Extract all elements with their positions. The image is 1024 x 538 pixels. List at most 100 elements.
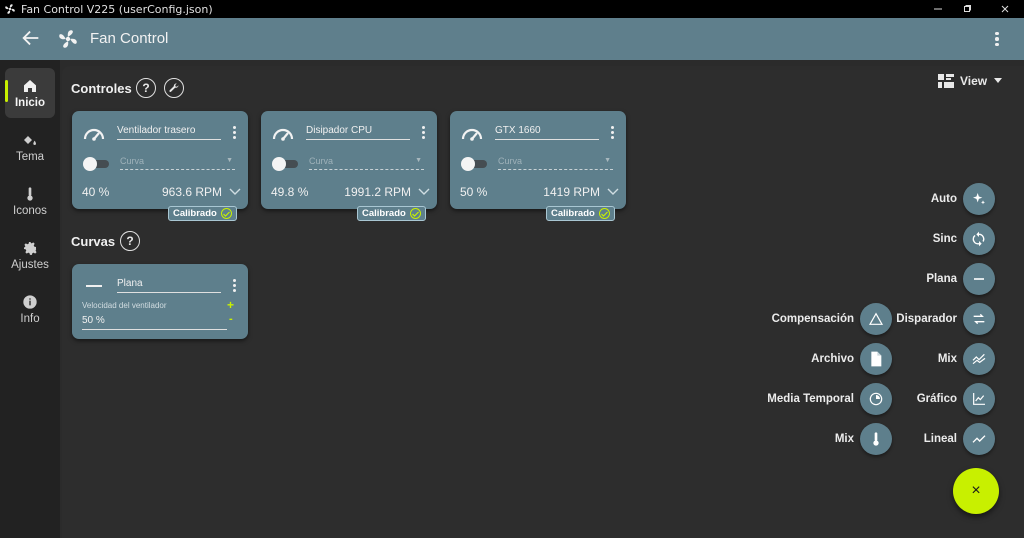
mix-button[interactable] bbox=[963, 343, 995, 375]
trigger-button[interactable] bbox=[963, 303, 995, 335]
speedometer-icon bbox=[461, 128, 483, 141]
check-circle-icon bbox=[220, 208, 232, 219]
help-button[interactable]: ? bbox=[136, 78, 156, 98]
fan-control-card[interactable]: Disipador CPU Curva ▼ 49.8 % 1991.2 RPM bbox=[261, 111, 437, 209]
back-arrow-icon[interactable] bbox=[20, 27, 42, 49]
trend-icon bbox=[972, 435, 986, 443]
file-icon bbox=[871, 351, 882, 367]
more-vert-icon[interactable] bbox=[230, 126, 238, 142]
fan-name-field[interactable]: Ventilador trasero bbox=[117, 125, 221, 140]
maximize-icon[interactable] bbox=[950, 0, 984, 18]
close-icon[interactable] bbox=[988, 0, 1022, 18]
help-button[interactable]: ? bbox=[120, 231, 140, 251]
sparkle-icon bbox=[973, 193, 985, 205]
fan-name-field[interactable]: Disipador CPU bbox=[306, 125, 410, 140]
speed-input[interactable]: 50 % bbox=[82, 315, 227, 330]
view-dropdown[interactable]: View bbox=[938, 74, 1003, 88]
time-average-button[interactable] bbox=[860, 383, 892, 415]
dial-label-archivo: Archivo bbox=[811, 353, 854, 365]
chevron-down-icon[interactable] bbox=[229, 186, 241, 196]
home-icon bbox=[24, 79, 36, 92]
swap-arrows-icon bbox=[973, 313, 985, 325]
more-vert-icon[interactable] bbox=[608, 126, 616, 142]
sync-button[interactable] bbox=[963, 223, 995, 255]
app-title: Fan Control bbox=[90, 30, 169, 47]
fan-rpm: 963.6 RPM bbox=[161, 185, 222, 199]
dial-label-lineal: Lineal bbox=[923, 433, 957, 445]
close-speed-dial-button[interactable]: × bbox=[953, 468, 999, 514]
info-icon bbox=[23, 294, 37, 309]
nav-label: Tema bbox=[15, 150, 45, 163]
dial-label-auto: Auto bbox=[930, 193, 957, 205]
nav-item-inicio[interactable]: Inicio bbox=[5, 68, 55, 118]
fan-name-field[interactable]: GTX 1660 bbox=[495, 125, 599, 140]
curve-name-field[interactable]: Plana bbox=[117, 278, 221, 293]
thermometer-icon bbox=[27, 186, 33, 201]
nav-item-iconos[interactable]: Iconos bbox=[5, 176, 55, 226]
view-label: View bbox=[960, 74, 988, 88]
mix-sensor-button[interactable] bbox=[860, 423, 892, 455]
fan-rpm: 1419 RPM bbox=[543, 185, 600, 199]
enable-toggle[interactable] bbox=[272, 157, 298, 171]
nav-label: Info bbox=[20, 312, 40, 325]
check-circle-icon bbox=[598, 208, 610, 219]
active-nav-indicator bbox=[5, 80, 8, 102]
flat-curve-icon bbox=[86, 285, 102, 287]
view-grid-icon bbox=[938, 74, 954, 88]
fan-control-card[interactable]: GTX 1660 Curva ▼ 50 % 1419 RPM bbox=[450, 111, 626, 209]
enable-toggle[interactable] bbox=[461, 157, 487, 171]
mix-chart-icon bbox=[972, 353, 986, 365]
controls-section-title: Controles bbox=[71, 81, 132, 96]
window-title: Fan Control V225 (userConfig.json) bbox=[21, 2, 213, 16]
speed-label: Velocidad del ventilador bbox=[82, 301, 167, 310]
increment-button[interactable]: + bbox=[227, 298, 234, 312]
fan-percent: 40 % bbox=[82, 185, 110, 199]
curve-select[interactable]: Curva ▼ bbox=[498, 156, 613, 170]
decrement-button[interactable]: - bbox=[229, 313, 233, 325]
more-vert-icon[interactable] bbox=[230, 279, 238, 295]
auto-button[interactable] bbox=[963, 183, 995, 215]
nav-item-tema[interactable]: Tema bbox=[5, 122, 55, 172]
nav-label: Inicio bbox=[14, 96, 46, 109]
dial-label-disparador: Disparador bbox=[896, 313, 957, 325]
fan-percent: 49.8 % bbox=[271, 185, 309, 199]
curve-card[interactable]: Plana Velocidad del ventilador + - 50 % bbox=[72, 264, 248, 339]
clock-average-icon bbox=[869, 392, 883, 406]
thermometer-icon bbox=[873, 432, 879, 446]
nav-label: Iconos bbox=[13, 204, 47, 217]
wrench-button[interactable] bbox=[164, 78, 184, 98]
fan-icon bbox=[57, 28, 79, 50]
fan-rpm: 1991.2 RPM bbox=[344, 185, 411, 199]
nav-item-ajustes[interactable]: Ajustes bbox=[5, 230, 55, 280]
chevron-down-icon[interactable] bbox=[418, 186, 430, 196]
nav-item-info[interactable]: Info bbox=[5, 284, 55, 334]
nav-label: Ajustes bbox=[11, 258, 49, 271]
file-button[interactable] bbox=[860, 343, 892, 375]
enable-toggle[interactable] bbox=[83, 157, 109, 171]
chevron-down-icon bbox=[994, 78, 1003, 83]
sync-icon bbox=[972, 231, 985, 247]
curves-section-title: Curvas bbox=[71, 234, 116, 249]
dial-label-plana: Plana bbox=[926, 273, 957, 285]
flat-button[interactable] bbox=[963, 263, 995, 295]
speedometer-icon bbox=[83, 128, 105, 141]
curve-select[interactable]: Curva ▼ bbox=[309, 156, 424, 170]
calibrated-badge: Calibrado bbox=[357, 206, 426, 221]
dial-label-mix: Mix bbox=[937, 353, 957, 365]
more-vert-icon[interactable] bbox=[419, 126, 427, 142]
triangle-icon bbox=[868, 312, 884, 325]
dial-label-media-temporal: Media Temporal bbox=[767, 393, 854, 405]
offset-button[interactable] bbox=[860, 303, 892, 335]
curve-select[interactable]: Curva ▼ bbox=[120, 156, 235, 170]
wrench-icon bbox=[169, 83, 179, 92]
more-vert-icon[interactable] bbox=[987, 28, 1007, 50]
window-titlebar: Fan Control V225 (userConfig.json) bbox=[0, 0, 1024, 18]
calibrated-badge: Calibrado bbox=[546, 206, 615, 221]
speedometer-icon bbox=[272, 128, 294, 141]
graph-button[interactable] bbox=[963, 383, 995, 415]
linear-button[interactable] bbox=[963, 423, 995, 455]
dial-label-grafico: Gráfico bbox=[916, 393, 957, 405]
chevron-down-icon[interactable] bbox=[607, 186, 619, 196]
fan-control-card[interactable]: Ventilador trasero Curva ▼ 40 % 963.6 RPM bbox=[72, 111, 248, 209]
minus-icon bbox=[974, 278, 984, 280]
